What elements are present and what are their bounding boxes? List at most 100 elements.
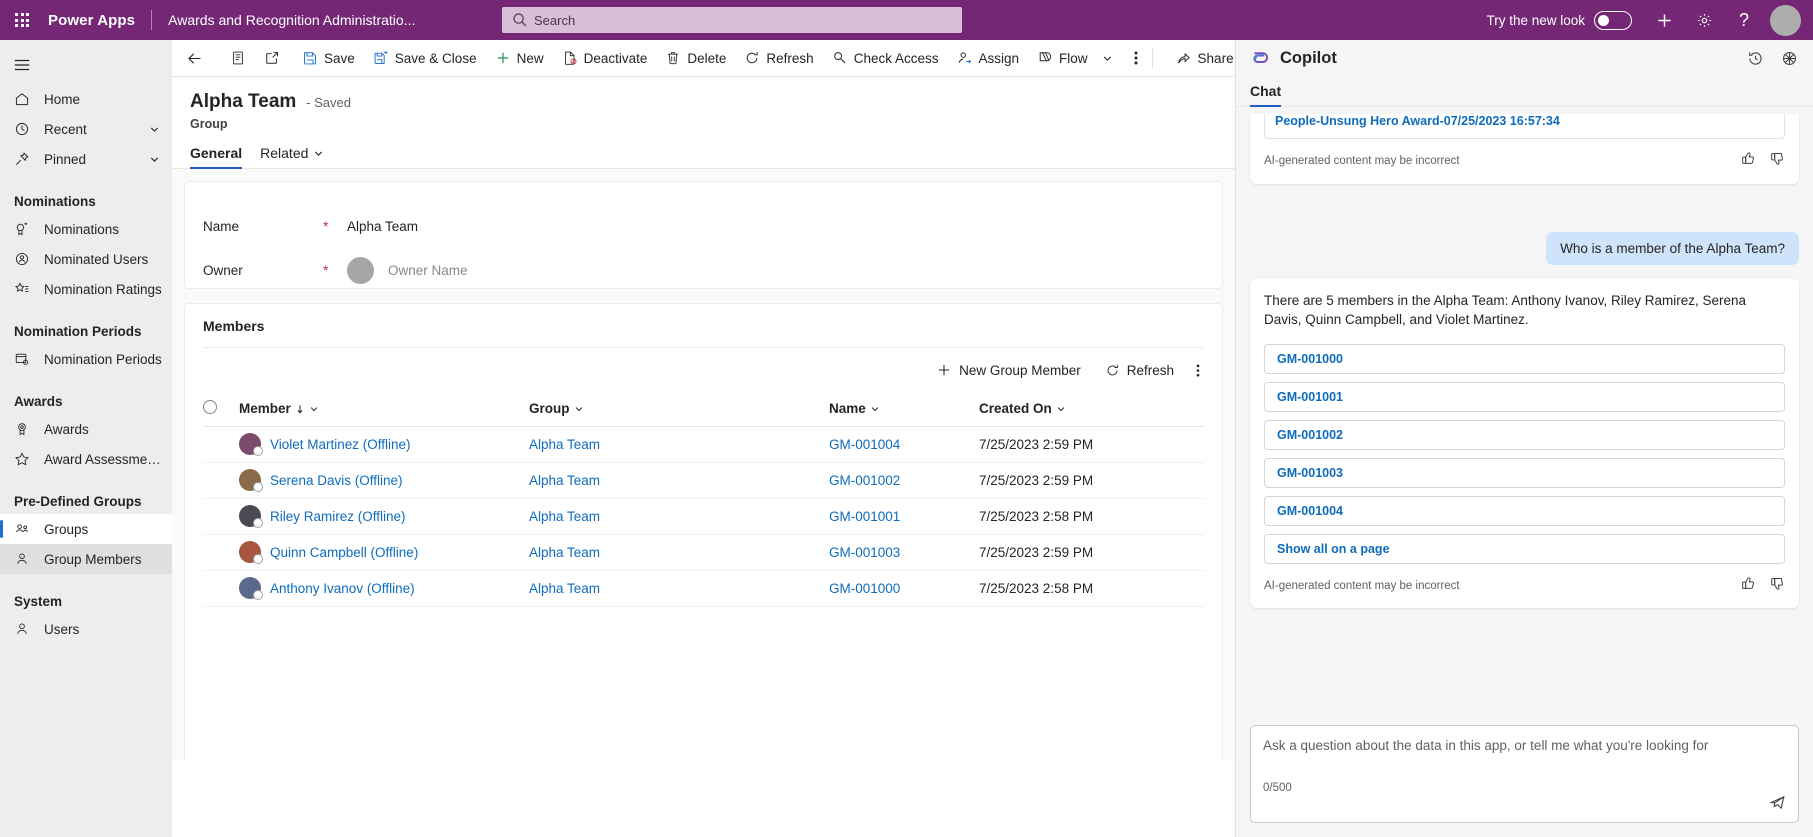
new-group-member-button[interactable]: New Group Member [926,355,1091,385]
sidebar-item-awards[interactable]: Awards [0,414,172,444]
row-select-cell[interactable] [203,426,239,463]
cell-member[interactable]: Anthony Ivanov (Offline) [239,570,529,607]
sidebar-item-pinned[interactable]: Pinned [0,144,172,174]
group-link[interactable]: Alpha Team [529,509,600,524]
sidebar-item-home[interactable]: Home [0,84,172,114]
cell-member[interactable]: Quinn Campbell (Offline) [239,534,529,571]
row-select-cell[interactable] [203,570,239,607]
row-select-cell[interactable] [203,462,239,499]
copilot-conversation[interactable]: People-Unsung Hero Award-07/25/2023 16:5… [1236,114,1813,725]
name-link[interactable]: GM-001004 [829,437,900,452]
sidebar-item-nomination-periods[interactable]: Nomination Periods [0,344,172,374]
subgrid-more-commands-button[interactable] [1188,355,1208,385]
chevron-down-icon[interactable] [149,123,160,138]
new-button[interactable]: New [486,40,553,77]
cell-name[interactable]: GM-001001 [829,498,979,535]
column-header-created-on[interactable]: Created On [979,392,1204,427]
back-button[interactable] [172,40,217,77]
gear-icon[interactable] [1684,0,1724,40]
column-header-group[interactable]: Group [529,392,829,427]
table-row[interactable]: Riley Ramirez (Offline) Alpha Team GM-00… [203,498,1204,535]
quick-create-icon[interactable] [1644,0,1684,40]
sidebar-item-nomination-ratings[interactable]: Nomination Ratings [0,274,172,304]
copilot-settings-icon[interactable] [1775,45,1803,73]
member-link[interactable]: Riley Ramirez (Offline) [270,509,406,524]
name-link[interactable]: GM-001000 [829,581,900,596]
cell-member[interactable]: Riley Ramirez (Offline) [239,498,529,535]
result-card[interactable]: GM-001002 [1264,419,1785,450]
name-field-value[interactable]: Alpha Team [339,219,418,234]
delete-button[interactable]: Delete [656,40,735,77]
row-select-cell[interactable] [203,534,239,571]
select-all-checkbox[interactable] [203,400,217,415]
thumbs-up-icon[interactable] [1741,151,1756,172]
form-selector-button[interactable] [221,40,255,77]
save-and-close-button[interactable]: Save & Close [364,40,486,77]
cell-group[interactable]: Alpha Team [529,426,829,463]
cell-group[interactable]: Alpha Team [529,462,829,499]
select-all-header[interactable] [203,392,239,427]
owner-field-value[interactable]: Owner Name [388,263,468,278]
tab-chat[interactable]: Chat [1250,83,1282,107]
row-select-cell[interactable] [203,498,239,535]
cell-group[interactable]: Alpha Team [529,570,829,607]
citation-card[interactable]: People-Unsung Hero Award-07/25/2023 16:5… [1264,114,1785,139]
member-link[interactable]: Serena Davis (Offline) [270,473,403,488]
brand-title[interactable]: Power Apps [44,12,135,29]
tab-general[interactable]: General [190,145,243,169]
hamburger-menu-icon[interactable] [0,46,44,84]
table-row[interactable]: Anthony Ivanov (Offline) Alpha Team GM-0… [203,570,1204,607]
app-launcher-icon[interactable] [0,0,44,40]
assign-button[interactable]: Assign [948,40,1029,77]
sidebar-item-users[interactable]: Users [0,614,172,644]
cell-group[interactable]: Alpha Team [529,534,829,571]
send-icon[interactable] [1769,794,1786,814]
refresh-button[interactable]: Refresh [735,40,822,77]
sidebar-item-nominated-users[interactable]: Nominated Users [0,244,172,274]
member-link[interactable]: Anthony Ivanov (Offline) [270,581,415,596]
column-header-name[interactable]: Name [829,392,979,427]
search-input[interactable] [502,7,962,33]
deactivate-button[interactable]: Deactivate [553,40,657,77]
subgrid-refresh-button[interactable]: Refresh [1095,355,1184,385]
cell-name[interactable]: GM-001002 [829,462,979,499]
app-name[interactable]: Awards and Recognition Administratio... [168,12,415,28]
try-new-look-toggle[interactable] [1594,10,1632,30]
flow-button[interactable]: Flow [1028,40,1122,77]
tab-related[interactable]: Related [260,145,324,168]
more-commands-button[interactable] [1122,40,1150,77]
table-row[interactable]: Violet Martinez (Offline) Alpha Team GM-… [203,426,1204,463]
name-link[interactable]: GM-001002 [829,473,900,488]
cell-group[interactable]: Alpha Team [529,498,829,535]
sidebar-item-groups[interactable]: Groups [0,514,172,544]
global-search[interactable] [502,7,962,33]
table-row[interactable]: Quinn Campbell (Offline) Alpha Team GM-0… [203,534,1204,571]
help-icon[interactable]: ? [1724,0,1764,40]
sidebar-item-award-assessment[interactable]: Award Assessment R... [0,444,172,474]
name-link[interactable]: GM-001001 [829,509,900,524]
chat-history-icon[interactable] [1741,45,1769,73]
copilot-input-area[interactable]: Ask a question about the data in this ap… [1250,725,1799,823]
cell-name[interactable]: GM-001000 [829,570,979,607]
save-button[interactable]: Save [293,40,364,77]
show-all-on-page-card[interactable]: Show all on a page [1264,533,1785,564]
chevron-down-icon[interactable] [149,153,160,168]
cell-name[interactable]: GM-001004 [829,426,979,463]
cell-name[interactable]: GM-001003 [829,534,979,571]
group-link[interactable]: Alpha Team [529,545,600,560]
cell-member[interactable]: Violet Martinez (Offline) [239,426,529,463]
group-link[interactable]: Alpha Team [529,437,600,452]
member-link[interactable]: Violet Martinez (Offline) [270,437,411,452]
group-link[interactable]: Alpha Team [529,473,600,488]
result-card[interactable]: GM-001003 [1264,457,1785,488]
member-link[interactable]: Quinn Campbell (Offline) [270,545,418,560]
result-card[interactable]: GM-001001 [1264,381,1785,412]
column-header-member[interactable]: Member [239,392,529,427]
group-link[interactable]: Alpha Team [529,581,600,596]
table-row[interactable]: Serena Davis (Offline) Alpha Team GM-001… [203,462,1204,499]
thumbs-up-icon[interactable] [1741,576,1756,597]
name-link[interactable]: GM-001003 [829,545,900,560]
thumbs-down-icon[interactable] [1770,576,1785,597]
cell-member[interactable]: Serena Davis (Offline) [239,462,529,499]
result-card[interactable]: GM-001004 [1264,495,1785,526]
